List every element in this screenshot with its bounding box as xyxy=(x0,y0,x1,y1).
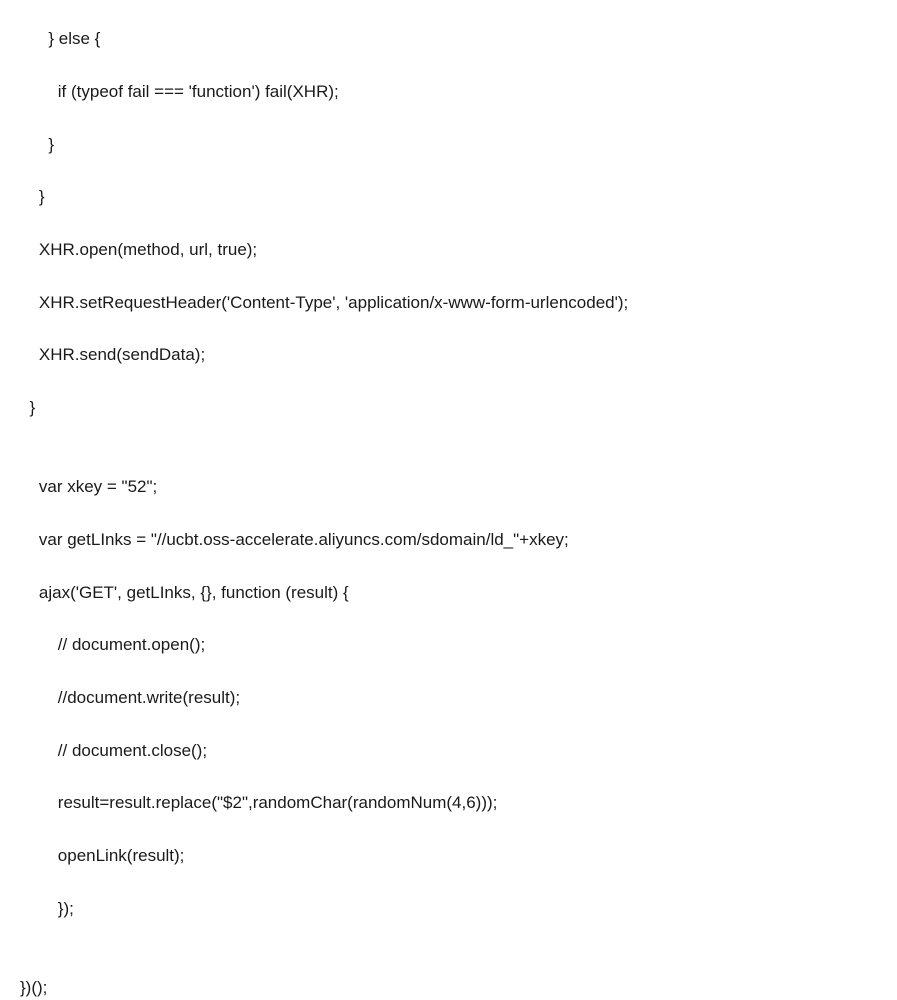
code-line: XHR.setRequestHeader('Content-Type', 'ap… xyxy=(20,290,897,316)
code-line: var xkey = "52"; xyxy=(20,474,897,500)
code-line: if (typeof fail === 'function') fail(XHR… xyxy=(20,79,897,105)
code-line: ajax('GET', getLInks, {}, function (resu… xyxy=(20,580,897,606)
code-line: }); xyxy=(20,896,897,922)
code-line: openLink(result); xyxy=(20,843,897,869)
code-line: // document.close(); xyxy=(20,738,897,764)
code-line: } xyxy=(20,184,897,210)
code-line: var getLInks = "//ucbt.oss-accelerate.al… xyxy=(20,527,897,553)
code-line: XHR.send(sendData); xyxy=(20,342,897,368)
code-line: // document.open(); xyxy=(20,632,897,658)
code-block: } else { if (typeof fail === 'function')… xyxy=(0,0,897,1000)
code-line: XHR.open(method, url, true); xyxy=(20,237,897,263)
code-line: } xyxy=(20,132,897,158)
code-line: result=result.replace("$2",randomChar(ra… xyxy=(20,790,897,816)
code-line: } else { xyxy=(20,26,897,52)
code-line: //document.write(result); xyxy=(20,685,897,711)
code-line: } xyxy=(20,395,897,421)
code-line: })(); xyxy=(20,975,897,1000)
